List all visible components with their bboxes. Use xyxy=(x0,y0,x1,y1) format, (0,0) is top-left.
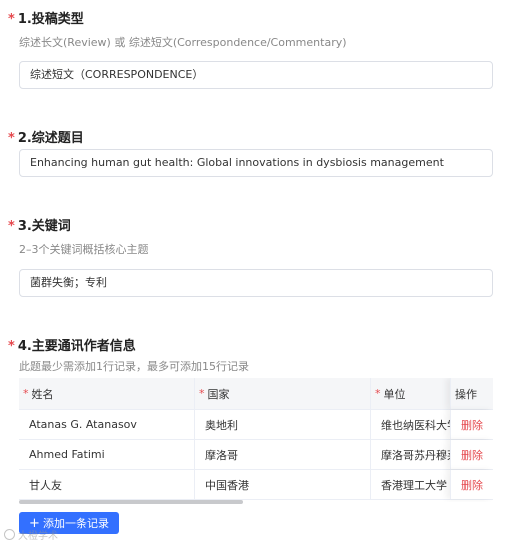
required-mark: * xyxy=(8,219,15,234)
column-header-label: 姓名 xyxy=(31,387,54,401)
section-title-keywords: * 3.关键词 xyxy=(8,215,71,234)
row-actions-cell: 删除 xyxy=(450,470,493,499)
author-table-hint: 此题最少需添加1行记录，最多可添加15行记录 xyxy=(19,360,249,373)
table-row: Atanas G. Atanasov 奥地利 维也纳医科大学 删除 xyxy=(19,410,493,440)
watermark-text: 大橙学术 xyxy=(18,531,58,542)
table-header-row: * 姓名 * 国家 * 单位 操作 xyxy=(19,378,493,410)
column-header-unit: * 单位 xyxy=(370,378,450,409)
required-mark: * xyxy=(375,387,381,400)
author-unit-cell[interactable]: 维也纳医科大学 xyxy=(370,410,450,439)
required-mark: * xyxy=(23,387,29,400)
author-table: * 姓名 * 国家 * 单位 操作 Atanas G. Atanasov 奥地利 维也… xyxy=(19,378,493,502)
section-title-text: 4.主要通讯作者信息 xyxy=(17,339,136,354)
delete-row-link[interactable]: 删除 xyxy=(461,417,483,433)
column-header-country: * 国家 xyxy=(194,378,370,409)
author-country-cell[interactable]: 中国香港 xyxy=(194,470,370,499)
scrollbar-thumb[interactable] xyxy=(19,500,243,504)
author-unit-cell[interactable]: 香港理工大学 xyxy=(370,470,450,499)
keywords-input[interactable]: 菌群失衡；专利 xyxy=(19,269,493,297)
required-mark: * xyxy=(8,12,15,27)
column-header-actions: 操作 xyxy=(450,378,493,409)
section-title-submission-type: * 1.投稿类型 xyxy=(8,8,84,27)
author-name-cell[interactable]: Atanas G. Atanasov xyxy=(19,410,194,439)
column-header-label: 操作 xyxy=(455,387,477,401)
section-title-review-title: * 2.综述题目 xyxy=(8,127,84,146)
section-title-text: 2.综述题目 xyxy=(17,131,84,146)
required-mark: * xyxy=(8,339,15,354)
author-country-cell[interactable]: 奥地利 xyxy=(194,410,370,439)
submission-form: * 1.投稿类型 综述长文(Review) 或 综述短文(Corresponden… xyxy=(0,0,509,545)
delete-row-link[interactable]: 删除 xyxy=(461,477,483,493)
row-actions-cell: 删除 xyxy=(450,440,493,469)
section-title-text: 1.投稿类型 xyxy=(17,12,84,27)
review-title-input[interactable]: Enhancing human gut health: Global innov… xyxy=(19,149,493,177)
column-header-label: 单位 xyxy=(383,387,406,401)
author-unit-cell[interactable]: 摩洛哥苏丹穆莱·斯利曼大学 xyxy=(370,440,450,469)
row-actions-cell: 删除 xyxy=(450,410,493,439)
column-header-label: 国家 xyxy=(207,387,230,401)
table-row: Ahmed Fatimi 摩洛哥 摩洛哥苏丹穆莱·斯利曼大学 删除 xyxy=(19,440,493,470)
table-row: 甘人友 中国香港 香港理工大学 删除 xyxy=(19,470,493,500)
submission-type-select[interactable]: 综述短文（CORRESPONDENCE） xyxy=(19,61,493,89)
author-country-cell[interactable]: 摩洛哥 xyxy=(194,440,370,469)
column-header-name: * 姓名 xyxy=(19,378,194,409)
section-title-text: 3.关键词 xyxy=(17,219,71,234)
table-horizontal-scrollbar[interactable] xyxy=(19,500,493,504)
required-mark: * xyxy=(8,131,15,146)
submission-type-hint: 综述长文(Review) 或 综述短文(Correspondence/Comme… xyxy=(19,36,347,49)
section-title-corresponding-author: * 4.主要通讯作者信息 xyxy=(8,335,136,354)
watermark: 大橙学术 xyxy=(4,527,58,542)
author-name-cell[interactable]: Ahmed Fatimi xyxy=(19,440,194,469)
keywords-hint: 2–3个关键词概括核心主题 xyxy=(19,243,149,256)
author-name-cell[interactable]: 甘人友 xyxy=(19,470,194,499)
required-mark: * xyxy=(199,387,205,400)
delete-row-link[interactable]: 删除 xyxy=(461,447,483,463)
watermark-logo-icon xyxy=(4,529,15,540)
